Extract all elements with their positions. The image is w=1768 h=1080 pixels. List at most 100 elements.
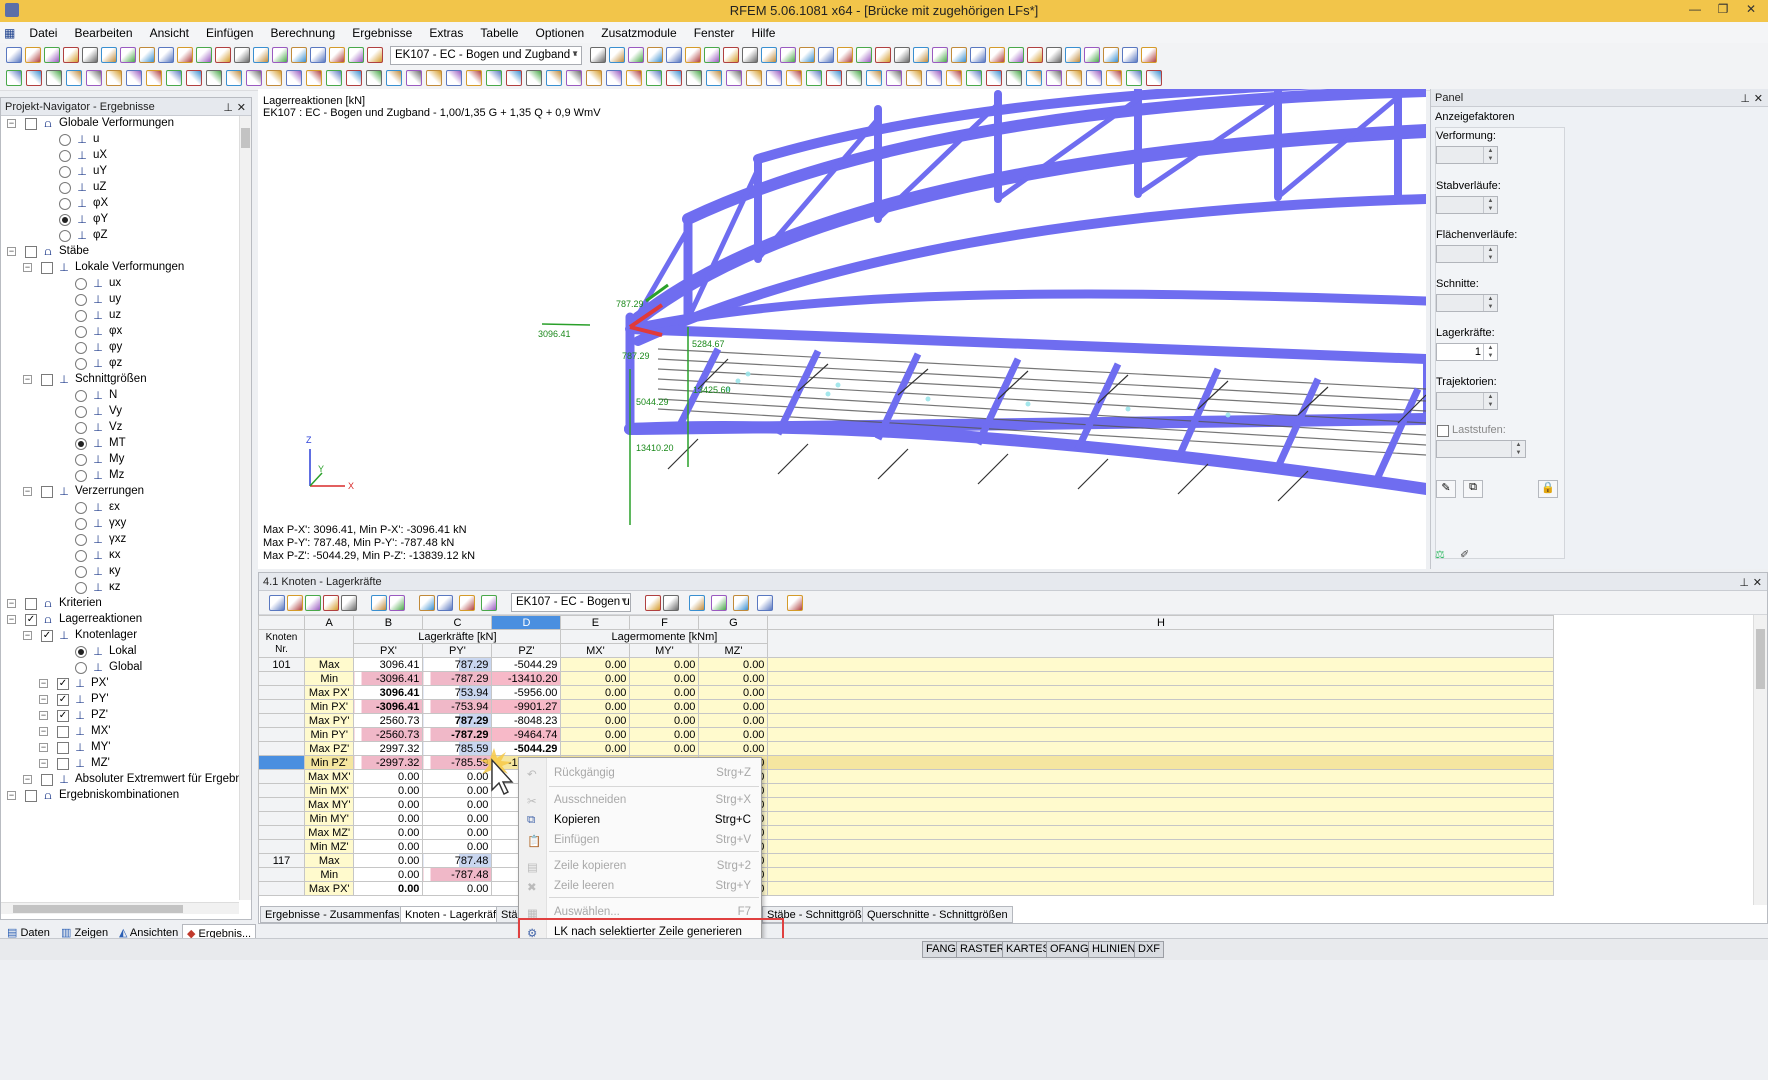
- type-cell[interactable]: Min PZ': [303, 755, 355, 770]
- table-row[interactable]: Min PX' -3096.41 -753.94 -9901.27 0.00 0.00 0.…: [258, 699, 1555, 714]
- knoten-cell[interactable]: [258, 699, 305, 714]
- toolbar-button-icon[interactable]: [786, 70, 802, 86]
- toolbar-button-icon[interactable]: [506, 70, 522, 86]
- tree-checkbox[interactable]: ✓: [57, 710, 69, 722]
- toolbar-button-icon[interactable]: [566, 70, 582, 86]
- value-cell[interactable]: 0.00: [629, 741, 700, 756]
- toolbar-button-icon[interactable]: [1046, 70, 1062, 86]
- tree-item[interactable]: − ⊥ MZ': [1, 756, 237, 772]
- table-row[interactable]: Max PX' 3096.41 753.94 -5956.00 0.00 0.00 0.00: [258, 685, 1555, 700]
- spinner-arrows-icon[interactable]: ▲ ▼: [1483, 147, 1497, 163]
- toolbar-button-icon[interactable]: [970, 47, 986, 63]
- toolbar-button-icon[interactable]: [86, 70, 102, 86]
- toolbar-button-icon[interactable]: [986, 70, 1002, 86]
- empty-cell[interactable]: [767, 671, 1555, 686]
- tree-radio[interactable]: [75, 502, 87, 514]
- value-cell[interactable]: 0.00: [353, 839, 424, 854]
- expand-icon[interactable]: −: [23, 631, 32, 640]
- menu-bearbeiten[interactable]: Bearbeiten: [67, 22, 139, 40]
- toolbar-button-icon[interactable]: [837, 47, 853, 63]
- toolbar-button-icon[interactable]: [1084, 47, 1100, 63]
- toolbar-button-icon[interactable]: [348, 47, 364, 63]
- toolbar-button-icon[interactable]: [1065, 47, 1081, 63]
- table-row[interactable]: Min MX'0.000.00-50.000.000.00: [258, 783, 1555, 798]
- minimize-icon[interactable]: —: [1682, 2, 1708, 19]
- tree-item[interactable]: − ⩍ Kriterien: [1, 596, 237, 612]
- tree-item[interactable]: ⊥ N: [1, 388, 237, 404]
- table-toolbar-button-icon[interactable]: [459, 595, 475, 611]
- tree-radio[interactable]: [59, 230, 71, 242]
- tree-checkbox[interactable]: [57, 758, 69, 770]
- toolbar-button-icon[interactable]: [1008, 47, 1024, 63]
- empty-cell[interactable]: [767, 713, 1555, 728]
- value-cell[interactable]: 0.00: [698, 727, 769, 742]
- value-cell[interactable]: 0.00: [629, 657, 700, 672]
- menu-optionen[interactable]: Optionen: [529, 22, 592, 40]
- type-cell[interactable]: Max MX': [303, 769, 355, 784]
- toolbar-button-icon[interactable]: [253, 47, 269, 63]
- lock-icon[interactable]: 🔒: [1538, 480, 1558, 498]
- tree-checkbox[interactable]: ✓: [57, 678, 69, 690]
- toolbar-button-icon[interactable]: [177, 47, 193, 63]
- status-toggle-dxf[interactable]: DXF: [1134, 941, 1164, 958]
- column-letter[interactable]: A: [303, 615, 355, 630]
- toolbar-button-icon[interactable]: [723, 47, 739, 63]
- toolbar-button-icon[interactable]: [329, 47, 345, 63]
- knoten-cell[interactable]: [258, 825, 305, 840]
- toolbar-button-icon[interactable]: [894, 47, 910, 63]
- column-letter[interactable]: E: [560, 615, 631, 630]
- table-toolbar-button-icon[interactable]: [305, 595, 321, 611]
- tree-radio[interactable]: [75, 566, 87, 578]
- tree-checkbox[interactable]: ✓: [25, 614, 37, 626]
- verformung-spinner[interactable]: ▲ ▼: [1436, 146, 1498, 164]
- knoten-cell[interactable]: [258, 727, 305, 742]
- toolbar-button-icon[interactable]: [1046, 47, 1062, 63]
- restore-icon[interactable]: ❐: [1710, 2, 1736, 19]
- toolbar-button-icon[interactable]: [246, 70, 262, 86]
- value-cell[interactable]: 0.00: [698, 671, 769, 686]
- toolbar-button-icon[interactable]: [101, 47, 117, 63]
- toolbar-button-icon[interactable]: [1122, 47, 1138, 63]
- type-cell[interactable]: Max PX': [303, 685, 355, 700]
- toolbar-button-icon[interactable]: [546, 70, 562, 86]
- type-cell[interactable]: Max MY': [303, 797, 355, 812]
- toolbar-button-icon[interactable]: [226, 70, 242, 86]
- toolbar-button-icon[interactable]: [586, 70, 602, 86]
- tree-radio[interactable]: [75, 646, 87, 658]
- value-cell[interactable]: 0.00: [422, 797, 493, 812]
- toolbar-button-icon[interactable]: [82, 47, 98, 63]
- toolbar-button-icon[interactable]: [1103, 47, 1119, 63]
- type-cell[interactable]: Min MZ': [303, 839, 355, 854]
- toolbar-button-icon[interactable]: [1141, 47, 1157, 63]
- toolbar-button-icon[interactable]: [606, 70, 622, 86]
- toolbar-button-icon[interactable]: [466, 70, 482, 86]
- status-toggle-fang[interactable]: FANG: [922, 941, 960, 958]
- toolbar-button-icon[interactable]: [704, 47, 720, 63]
- tree-radio[interactable]: [75, 518, 87, 530]
- table-row[interactable]: Max MZ'0.000.00-50.000.000.00: [258, 825, 1555, 840]
- table-toolbar-button-icon[interactable]: [711, 595, 727, 611]
- toolbar-button-icon[interactable]: [346, 70, 362, 86]
- tree-radio[interactable]: [75, 358, 87, 370]
- status-toggle-raster[interactable]: RASTER: [956, 941, 1009, 958]
- type-cell[interactable]: Min MY': [303, 811, 355, 826]
- empty-cell[interactable]: [767, 797, 1555, 812]
- toolbar-button-icon[interactable]: [826, 70, 842, 86]
- tree-item[interactable]: ⊥ φy: [1, 340, 237, 356]
- value-cell[interactable]: 0.00: [560, 741, 631, 756]
- type-cell[interactable]: Min MX': [303, 783, 355, 798]
- tree-radio[interactable]: [75, 662, 87, 674]
- value-cell[interactable]: 3096.41: [353, 657, 424, 672]
- table-row[interactable]: Max PY' 2560.73 787.29 -8048.23 0.00 0.00 0.00: [258, 713, 1555, 728]
- scroll-thumb[interactable]: [1756, 629, 1765, 689]
- tree-checkbox[interactable]: ✓: [41, 630, 53, 642]
- value-cell[interactable]: 0.00: [698, 685, 769, 700]
- toolbar-button-icon[interactable]: [386, 70, 402, 86]
- copy-icon[interactable]: ⧉: [1463, 480, 1483, 498]
- toolbar-button-icon[interactable]: [526, 70, 542, 86]
- tree-item[interactable]: ⊥ uz: [1, 308, 237, 324]
- tree-checkbox[interactable]: [57, 742, 69, 754]
- toolbar-button-icon[interactable]: [686, 70, 702, 86]
- context-menu-item[interactable]: ✂ Ausschneiden Strg+X: [519, 791, 763, 811]
- knoten-cell[interactable]: [258, 713, 305, 728]
